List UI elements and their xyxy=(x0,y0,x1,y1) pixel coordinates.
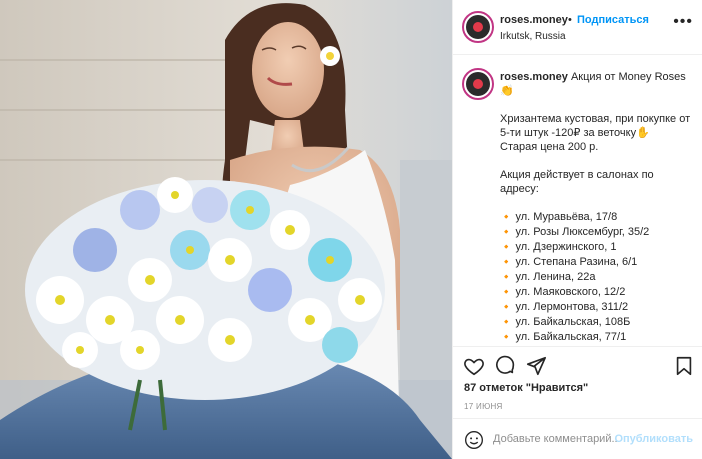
address-item: 🔸 ул. Дзержинского, 1 xyxy=(500,240,695,255)
address-text: ул. Маяковского, 12/2 xyxy=(515,286,626,298)
address-item: 🔸 ул. Байкальская, 108Б xyxy=(500,315,695,330)
caption-title-emoji: 👏 xyxy=(500,85,514,97)
caption-line1: Хризантема кустовая, при покупке от 5-ти… xyxy=(500,113,691,139)
diamond-bullet-icon: 🔸 xyxy=(500,227,513,238)
address-item: 🔸 ул. Маяковского, 12/2 xyxy=(500,285,695,300)
caption: roses.money Акция от Money Roses 👏 Хриза… xyxy=(453,56,702,346)
comment-box: Опубликовать xyxy=(453,418,702,459)
diamond-bullet-icon: 🔸 xyxy=(500,287,513,298)
post-side-panel: roses.money • Подписаться Irkutsk, Russi… xyxy=(452,0,702,459)
follow-button[interactable]: Подписаться xyxy=(577,14,649,26)
caption-title: Акция от Money Roses xyxy=(570,71,686,83)
address-item: 🔸 ул. Муравьёва, 17/8 xyxy=(500,210,695,225)
diamond-bullet-icon: 🔸 xyxy=(500,257,513,268)
separator-dot: • xyxy=(568,14,572,26)
caption-username[interactable]: roses.money xyxy=(500,71,568,83)
like-heart-icon[interactable] xyxy=(463,355,485,377)
caption-line2: Старая цена 200 р. xyxy=(500,141,599,153)
diamond-bullet-icon: 🔸 xyxy=(500,212,513,223)
comment-bubble-icon[interactable] xyxy=(494,355,516,377)
post-photo[interactable] xyxy=(0,0,452,459)
address-item: 🔸 ул. Лермонтова, 311/2 xyxy=(500,300,695,315)
caption-text: roses.money Акция от Money Roses 👏 Хриза… xyxy=(500,70,695,346)
address-text: ул. Байкальская, 77/1 xyxy=(515,331,627,343)
address-text: ул. Лермонтова, 311/2 xyxy=(515,301,629,313)
publish-button[interactable]: Опубликовать xyxy=(614,433,693,445)
address-text: ул. Розы Люксембург, 35/2 xyxy=(515,226,650,238)
likes-count[interactable]: 87 отметок "Нравится" xyxy=(464,382,588,394)
address-list: 🔸 ул. Муравьёва, 17/8 🔸 ул. Розы Люксембург… xyxy=(500,210,695,346)
diamond-bullet-icon: 🔸 xyxy=(500,242,513,253)
diamond-bullet-icon: 🔸 xyxy=(500,272,513,283)
post-date[interactable]: 17 ИЮНЯ xyxy=(464,402,503,411)
address-text: ул. Байкальская, 108Б xyxy=(515,316,631,328)
address-text: ул. Степана Разина, 6/1 xyxy=(515,256,638,268)
diamond-bullet-icon: 🔸 xyxy=(500,317,513,328)
address-item: 🔸 ул. Байкальская, 77/1 xyxy=(500,330,695,345)
photo-illustration xyxy=(0,0,452,459)
address-item: 🔸 ул. Ленина, 22а xyxy=(500,270,695,285)
address-text: ул. Ленина, 22а xyxy=(515,271,596,283)
username[interactable]: roses.money xyxy=(500,14,568,26)
more-options-icon[interactable]: ••• xyxy=(673,14,693,30)
address-item: 🔸 ул. Степана Разина, 6/1 xyxy=(500,255,695,270)
share-send-icon[interactable] xyxy=(525,355,547,377)
diamond-bullet-icon: 🔸 xyxy=(500,302,513,313)
address-text: ул. Дзержинского, 1 xyxy=(515,241,617,253)
comment-input[interactable] xyxy=(493,433,617,445)
post-header: roses.money • Подписаться Irkutsk, Russi… xyxy=(453,0,702,55)
address-item: 🔸 ул. Розы Люксембург, 35/2 xyxy=(500,225,695,240)
address-text: ул. Муравьёва, 17/8 xyxy=(515,211,618,223)
location-link[interactable]: Irkutsk, Russia xyxy=(500,31,566,42)
caption-line3: Акция действует в салонах по адресу: xyxy=(500,169,654,195)
diamond-bullet-icon: 🔸 xyxy=(500,332,513,343)
actions-bar xyxy=(453,346,702,384)
caption-avatar[interactable] xyxy=(462,68,494,100)
emoji-smiley-icon[interactable] xyxy=(464,430,484,450)
avatar[interactable] xyxy=(462,11,494,43)
bookmark-icon[interactable] xyxy=(673,355,695,377)
